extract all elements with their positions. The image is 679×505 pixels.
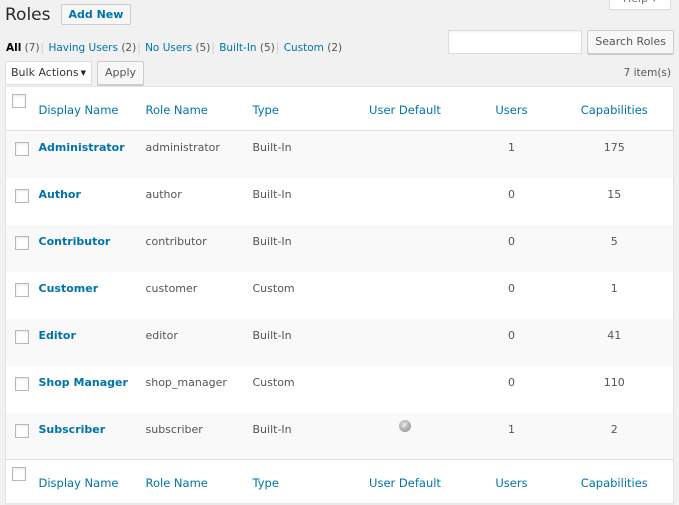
divider: | — [275, 42, 280, 54]
divider: | — [211, 42, 215, 54]
filter-all-count: (7) — [24, 42, 40, 54]
role-capabilities: 110 — [603, 375, 625, 389]
role-capabilities: 175 — [603, 141, 625, 154]
table-row: Contributor contributor Built-In 0 5 — [5, 224, 674, 272]
role-display-name-link[interactable]: Customer — [39, 272, 146, 295]
bulk-actions: Bulk Actions ▼ Apply — [5, 61, 145, 85]
role-users: 0 — [508, 234, 515, 248]
caret-down-icon: ▼ — [80, 69, 86, 77]
table-header-row: Display Name Role Name Type User Default… — [5, 86, 674, 131]
role-type: Built-In — [252, 234, 292, 248]
filter-built-in-count: (5) — [259, 42, 275, 54]
column-users-footer[interactable]: Users — [468, 460, 556, 490]
row-checkbox[interactable] — [15, 329, 29, 344]
search-input[interactable] — [448, 30, 583, 54]
table-row: Subscriber subscriber Built-In ✓ 1 2 — [5, 412, 674, 460]
filter-having-users-count: (2) — [121, 42, 137, 54]
filter-built-in[interactable]: Built-In — [219, 42, 256, 54]
check-circle-icon: ✓ — [399, 419, 411, 432]
table-row: Editor editor Built-In 0 41 — [5, 318, 674, 366]
row-checkbox[interactable] — [15, 282, 29, 297]
select-all-checkbox[interactable] — [12, 94, 26, 108]
filter-no-users-count: (5) — [195, 42, 211, 54]
role-display-name-link[interactable]: Administrator — [39, 131, 146, 154]
bulk-actions-value: Bulk Actions — [11, 66, 79, 79]
add-new-button[interactable]: Add New — [60, 4, 132, 25]
page-header: Roles Add New — [5, 4, 132, 25]
bulk-actions-select[interactable]: Bulk Actions ▼ — [5, 61, 92, 85]
role-capabilities: 15 — [607, 187, 622, 201]
role-users: 0 — [508, 281, 515, 295]
role-display-name-link[interactable]: Editor — [39, 319, 146, 342]
role-users: 0 — [508, 375, 515, 389]
role-display-name-link[interactable]: Contributor — [39, 225, 146, 248]
filter-having-users[interactable]: Having Users — [48, 42, 118, 54]
role-type: Custom — [252, 375, 295, 389]
role-name: customer — [145, 281, 198, 295]
divider: | — [40, 42, 45, 54]
divider: | — [137, 42, 141, 54]
role-type: Built-In — [252, 328, 292, 342]
column-display-name-footer[interactable]: Display Name — [39, 460, 146, 490]
role-type: Custom — [252, 281, 295, 295]
role-name: shop_manager — [145, 375, 227, 389]
role-name: administrator — [145, 141, 220, 154]
role-type: Built-In — [252, 141, 292, 154]
row-checkbox[interactable] — [15, 235, 29, 250]
role-display-name-link[interactable]: Subscriber — [39, 413, 146, 436]
column-users[interactable]: Users — [468, 87, 556, 117]
role-capabilities: 1 — [610, 281, 618, 295]
role-display-name-link[interactable]: Author — [39, 178, 146, 201]
column-user-default[interactable]: User Default — [343, 87, 468, 117]
items-count: 7 item(s) — [623, 67, 671, 79]
table-row: Author author Built-In 0 15 — [6, 178, 674, 225]
table-footer-row: Display Name Role Name Type User Default… — [5, 459, 674, 504]
roles-table: Display Name Role Name Type User Default… — [5, 86, 674, 504]
select-all-checkbox-footer[interactable] — [12, 467, 26, 481]
column-role-name[interactable]: Role Name — [146, 87, 253, 117]
row-checkbox[interactable] — [15, 188, 29, 203]
role-users: 0 — [508, 328, 515, 342]
row-checkbox[interactable] — [15, 376, 29, 391]
column-capabilities[interactable]: Capabilities — [556, 87, 674, 117]
column-capabilities-footer[interactable]: Capabilities — [556, 460, 674, 490]
filter-custom[interactable]: Custom — [284, 42, 324, 54]
filter-custom-count: (2) — [327, 42, 343, 54]
filter-all[interactable]: All — [6, 42, 21, 54]
help-tab-button[interactable]: Help ▾ — [609, 0, 671, 10]
apply-button[interactable]: Apply — [97, 61, 145, 85]
role-type: Built-In — [252, 187, 292, 201]
table-row: Customer customer Custom 0 1 — [6, 272, 674, 319]
row-checkbox[interactable] — [15, 423, 29, 438]
search-roles-button[interactable]: Search Roles — [587, 30, 674, 54]
role-capabilities: 2 — [610, 422, 618, 436]
role-display-name-link[interactable]: Shop Manager — [39, 366, 146, 389]
column-user-default-footer[interactable]: User Default — [343, 460, 468, 490]
row-checkbox[interactable] — [15, 142, 29, 156]
column-role-name-footer[interactable]: Role Name — [146, 460, 253, 490]
role-name: contributor — [145, 234, 207, 248]
column-type-footer[interactable]: Type — [253, 460, 343, 490]
role-name: subscriber — [145, 422, 203, 436]
role-filters: All (7)| Having Users (2)| No Users (5)|… — [6, 42, 342, 54]
column-type[interactable]: Type — [253, 87, 343, 117]
table-row: Shop Manager shop_manager Custom 0 110 — [6, 366, 674, 413]
filter-no-users[interactable]: No Users — [145, 42, 192, 54]
role-users: 1 — [508, 141, 515, 154]
role-type: Built-In — [252, 422, 292, 436]
role-name: editor — [145, 328, 178, 342]
role-name: author — [145, 187, 182, 201]
role-capabilities: 41 — [607, 328, 622, 342]
page-title: Roles — [5, 4, 51, 25]
search-box: Search Roles — [448, 30, 674, 54]
role-capabilities: 5 — [610, 234, 618, 248]
table-row: Administrator administrator Built-In 1 1… — [5, 130, 674, 178]
role-users: 1 — [508, 422, 515, 436]
column-display-name[interactable]: Display Name — [39, 87, 146, 117]
role-users: 0 — [508, 187, 515, 201]
